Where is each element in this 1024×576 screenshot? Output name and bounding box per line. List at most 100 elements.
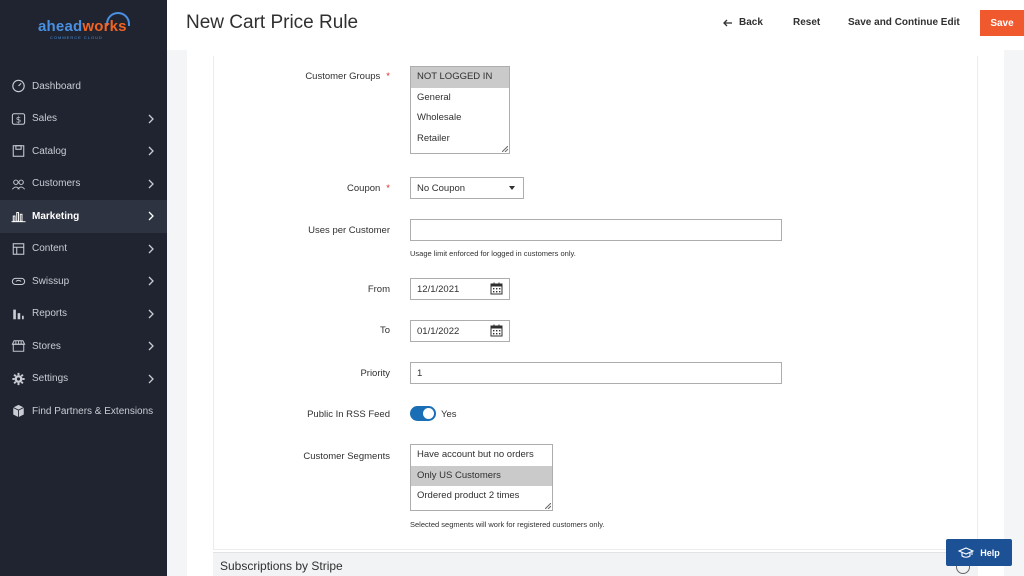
help-button[interactable]: Help — [946, 539, 1012, 566]
section-title: Subscriptions by Stripe — [220, 559, 343, 573]
segment-option[interactable]: Ordered product 2 times — [411, 486, 552, 507]
sidebar-item-sales[interactable]: $ Sales — [0, 103, 167, 136]
resize-handle-icon[interactable] — [545, 503, 551, 509]
gear-icon — [10, 372, 26, 386]
sidebar-item-catalog[interactable]: Catalog — [0, 135, 167, 168]
chevron-right-icon — [148, 244, 154, 253]
save-and-continue-button[interactable]: Save and Continue Edit — [848, 17, 960, 28]
sidebar-item-label: Content — [32, 243, 68, 255]
segment-option[interactable]: Have account but no orders — [411, 445, 552, 466]
sidebar-item-label: Settings — [32, 373, 69, 385]
calendar-icon[interactable] — [490, 324, 503, 337]
customer-group-option[interactable]: General — [411, 88, 509, 109]
sidebar-item-content[interactable]: Content — [0, 233, 167, 266]
uses-per-customer-note: Usage limit enforced for logged in custo… — [410, 249, 576, 258]
rule-information-form — [213, 56, 978, 550]
chevron-right-icon — [148, 341, 154, 351]
to-date-label: To — [379, 325, 390, 336]
sidebar-item-label: Catalog — [32, 145, 67, 157]
to-date-value: 01/1/2022 — [417, 325, 460, 337]
customer-groups-multiselect[interactable]: NOT LOGGED IN General Wholesale Retailer — [410, 66, 510, 154]
customer-segments-multiselect[interactable]: Have account but no orders Only US Custo… — [410, 444, 553, 511]
customer-group-option[interactable]: Retailer — [411, 129, 509, 150]
help-label: Help — [980, 547, 1000, 558]
customer-segments-note: Selected segments will work for register… — [410, 520, 605, 529]
sidebar-item-customers[interactable]: Customers — [0, 168, 167, 201]
sidebar-item-settings[interactable]: Settings — [0, 363, 167, 396]
logo-tagline: COMMERCE CLOUD — [50, 35, 103, 40]
dollar-icon: $ — [10, 112, 26, 126]
sidebar-item-dashboard[interactable]: Dashboard — [0, 70, 167, 103]
sidebar-item-label: Customers — [32, 178, 81, 190]
sidebar-item-label: Reports — [32, 308, 68, 320]
sidebar-item-label: Stores — [32, 340, 61, 352]
back-button-label: Back — [739, 17, 763, 28]
svg-text:$: $ — [15, 115, 21, 125]
uses-per-customer-input[interactable] — [410, 219, 782, 241]
customer-groups-label: Customer Groups * — [305, 71, 390, 82]
uses-per-customer-label: Uses per Customer — [308, 225, 390, 236]
chevron-down-icon — [509, 186, 515, 190]
from-date-value: 12/1/2021 — [417, 283, 460, 295]
chevron-right-icon — [148, 114, 154, 123]
rss-feed-toggle-label: Yes — [441, 409, 457, 420]
to-date-input[interactable]: 01/1/2022 — [410, 320, 510, 342]
coupon-label: Coupon * — [347, 183, 390, 194]
sidebar-item-label: Marketing — [32, 210, 80, 222]
store-icon — [10, 339, 26, 353]
page-title: New Cart Price Rule — [186, 12, 359, 33]
from-date-label: From — [367, 284, 390, 295]
customer-segments-label: Customer Segments — [303, 451, 390, 462]
coupon-select-value: No Coupon — [417, 182, 466, 194]
coupon-select[interactable]: No Coupon — [410, 177, 524, 199]
ahead-works-logo[interactable]: aheadworks COMMERCE CLOUD — [38, 12, 130, 42]
sidebar-item-reports[interactable]: Reports — [0, 298, 167, 331]
resize-handle-icon[interactable] — [502, 146, 508, 152]
sidebar-item-marketing[interactable]: Marketing — [0, 200, 167, 233]
from-date-input[interactable]: 12/1/2021 — [410, 278, 510, 300]
dashboard-icon — [10, 79, 26, 93]
required-marker: * — [386, 183, 390, 194]
sidebar-nav: Dashboard $ Sales Catalog Customers Mark… — [0, 70, 167, 428]
rss-feed-label: Public In RSS Feed — [307, 409, 390, 420]
sidebar-item-find-partners[interactable]: Find Partners & Extensions — [0, 395, 167, 428]
reset-button[interactable]: Reset — [793, 17, 820, 28]
segment-option[interactable]: Only US Customers — [411, 465, 552, 486]
subscriptions-section-header[interactable]: Subscriptions by Stripe — [213, 552, 978, 576]
graduation-cap-icon — [958, 546, 975, 558]
sidebar-item-label: Sales — [32, 113, 58, 125]
chevron-right-icon — [148, 179, 154, 188]
sidebar-item-swissup[interactable]: Swissup — [0, 265, 167, 298]
chevron-right-icon — [148, 146, 154, 156]
sidebar-item-label: Swissup — [32, 275, 70, 287]
layout-icon — [10, 242, 26, 256]
back-button[interactable]: Back — [723, 17, 763, 28]
sidebar-item-label: Find Partners & Extensions — [32, 405, 154, 417]
customer-group-option[interactable]: NOT LOGGED IN — [411, 67, 509, 88]
required-marker: * — [386, 71, 390, 82]
customer-group-option[interactable]: Wholesale — [411, 108, 509, 129]
calendar-icon[interactable] — [490, 282, 503, 295]
logo-part-1: ahead — [38, 18, 83, 35]
cubes-icon — [10, 404, 26, 418]
infinity-icon — [10, 274, 26, 288]
chevron-right-icon — [148, 309, 154, 318]
toggle-knob — [423, 408, 434, 419]
page-header: New Cart Price Rule Back Reset Save and … — [167, 0, 1024, 50]
sidebar-item-stores[interactable]: Stores — [0, 330, 167, 363]
logo-part-2: works — [82, 18, 127, 35]
rss-feed-toggle[interactable] — [410, 406, 436, 421]
bar-chart-icon — [10, 209, 26, 223]
chevron-right-icon — [148, 211, 154, 221]
chevron-right-icon — [148, 276, 154, 286]
users-icon — [10, 177, 26, 191]
chevron-right-icon — [148, 374, 154, 383]
priority-input[interactable]: 1 — [410, 362, 782, 384]
reports-icon — [10, 307, 26, 321]
save-button[interactable]: Save — [980, 10, 1024, 36]
arrow-left-icon — [723, 19, 732, 26]
box-icon — [10, 144, 26, 158]
sidebar-item-label: Dashboard — [32, 80, 81, 92]
admin-sidebar: aheadworks COMMERCE CLOUD Dashboard $ Sa… — [0, 0, 167, 576]
priority-label: Priority — [360, 368, 390, 379]
